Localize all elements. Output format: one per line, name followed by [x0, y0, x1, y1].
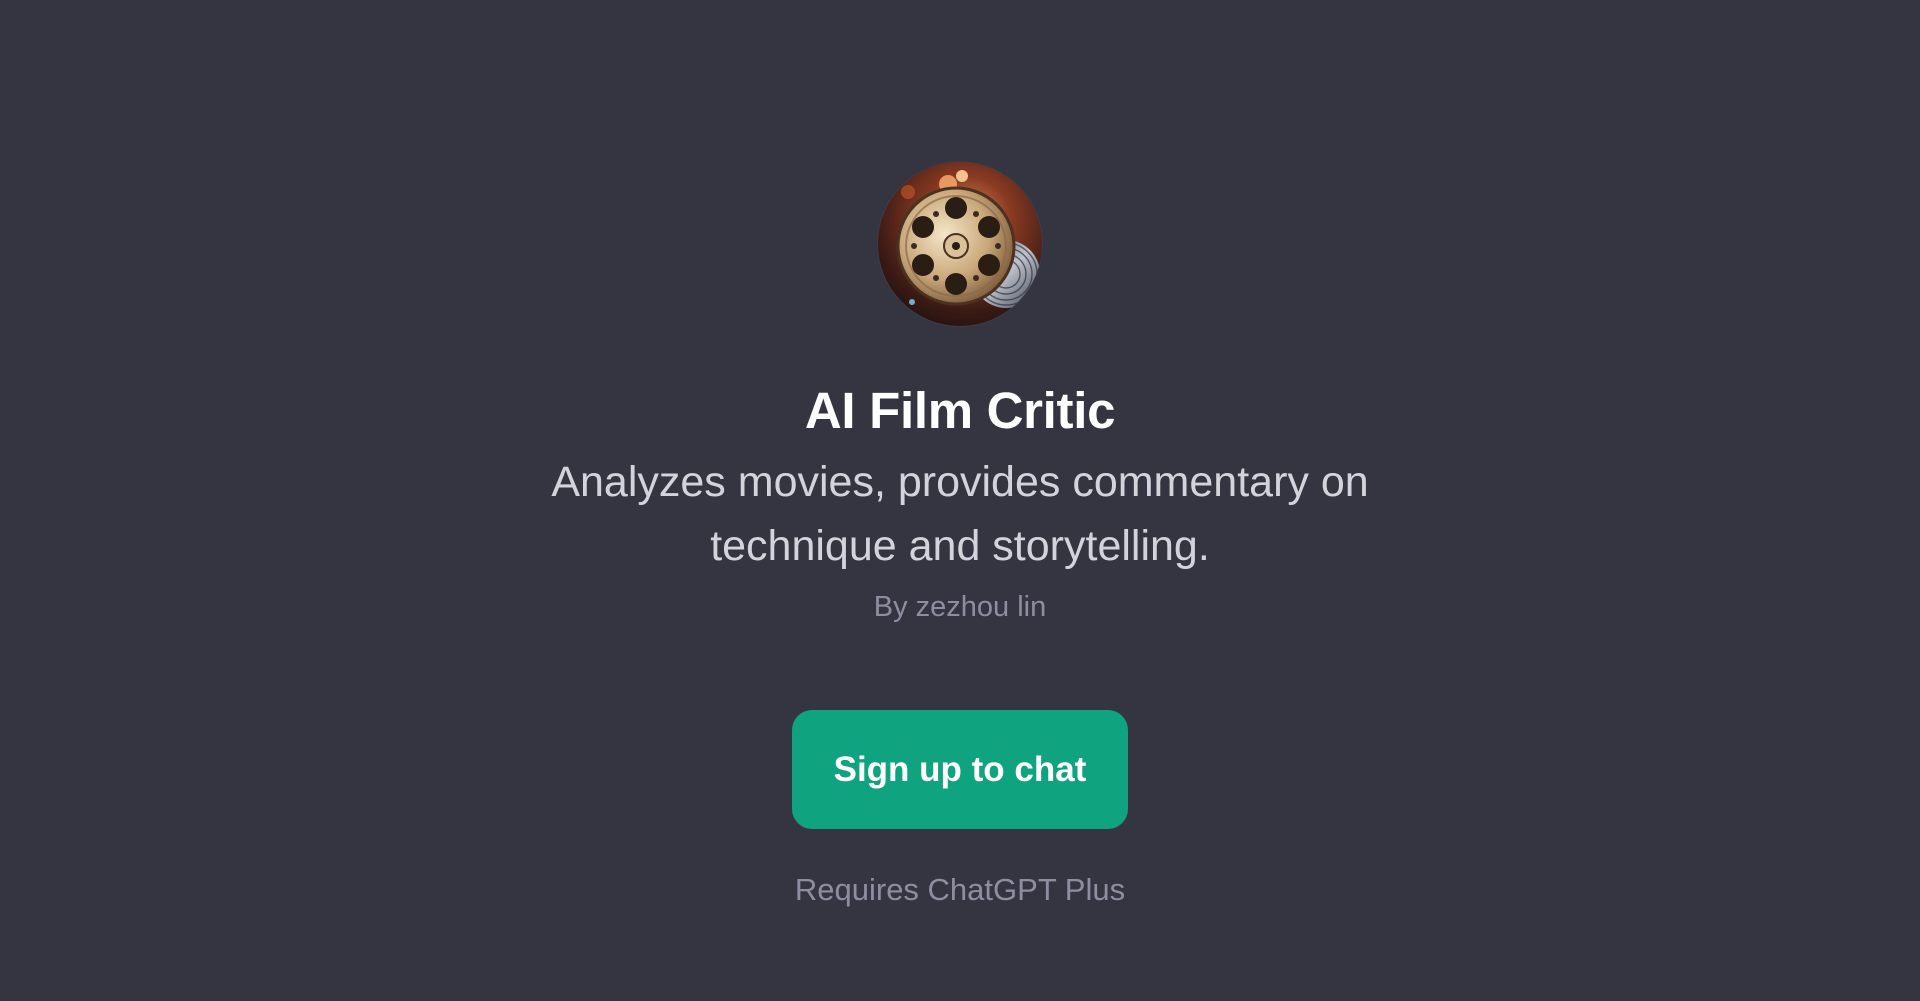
gpt-landing-page: AI Film Critic Analyzes movies, provides… [0, 0, 1920, 1001]
film-reel-icon [878, 162, 1042, 326]
gpt-author: By zezhou lin [873, 591, 1047, 623]
sign-up-to-chat-button[interactable]: Sign up to chat [792, 710, 1128, 829]
gpt-description: Analyzes movies, provides commentary on … [551, 458, 1369, 570]
gpt-avatar [878, 162, 1042, 326]
gpt-title: AI Film Critic [804, 382, 1116, 439]
plan-requirement-note: Requires ChatGPT Plus [794, 872, 1126, 907]
